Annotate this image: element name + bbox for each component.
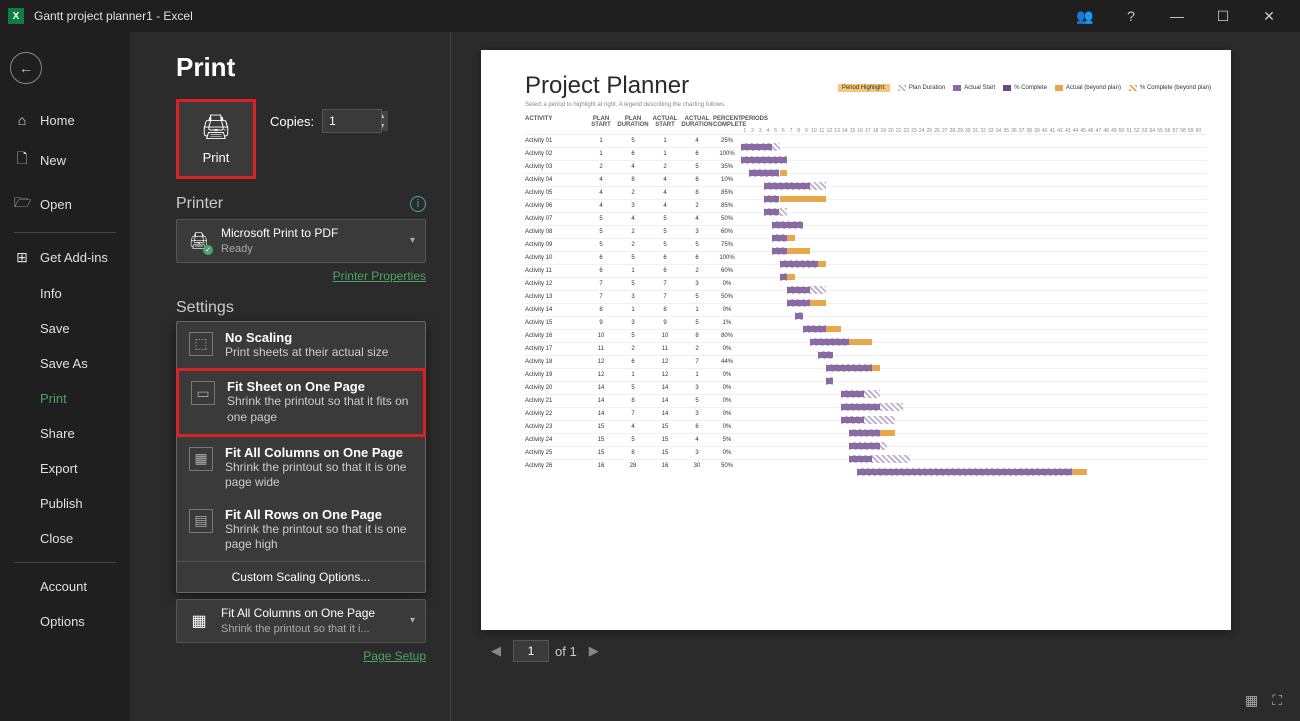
gantt-row: Activity 01151425% xyxy=(525,134,1207,147)
page-prev[interactable]: ◀ xyxy=(485,641,507,661)
gantt-row: Activity 1610510880% xyxy=(525,329,1207,342)
page-total: of 1 xyxy=(555,644,577,659)
fitcols-icon: ▦ xyxy=(189,447,213,471)
page-next[interactable]: ▶ xyxy=(583,641,605,661)
info-icon[interactable]: i xyxy=(410,196,426,212)
gantt-row: Activity 201451430% xyxy=(525,381,1207,394)
fitsheet-icon: ▭ xyxy=(191,381,215,405)
gantt-row: Activity 06434285% xyxy=(525,199,1207,212)
minimize-button[interactable]: — xyxy=(1154,0,1200,32)
scaling-option-fitcols[interactable]: ▦ Fit All Columns on One PageShrink the … xyxy=(177,437,425,499)
noscale-icon: ⬚ xyxy=(189,332,213,356)
fitrows-icon: ▤ xyxy=(189,509,213,533)
scaling-option-fitrows[interactable]: ▤ Fit All Rows on One PageShrink the pri… xyxy=(177,499,425,561)
sidebar-item-open[interactable]: 🗁Open xyxy=(0,182,130,226)
gantt-table: ACTIVITY PLAN START PLAN DURATION ACTUAL… xyxy=(525,116,1207,472)
printer-dropdown[interactable]: 🖨 Microsoft Print to PDF Ready ▾ xyxy=(176,219,426,263)
chevron-down-icon: ▾ xyxy=(410,615,415,626)
gantt-row: Activity 09525575% xyxy=(525,238,1207,251)
print-preview-pane: Project Planner Select a period to highl… xyxy=(450,32,1300,721)
gantt-row: Activity 106566100% xyxy=(525,251,1207,264)
print-panel: Print 🖨 Print Copies: ▲ ▼ Printer i xyxy=(130,32,450,721)
printer-properties-link[interactable]: Printer Properties xyxy=(176,269,426,283)
print-icon: 🖨 xyxy=(201,113,231,142)
gantt-row: Activity 021616100% xyxy=(525,147,1207,160)
legend: Period Highlight: Plan Duration Actual S… xyxy=(838,84,1211,92)
titlebar: X Gantt project planner1 - Excel 👥 ? — ☐… xyxy=(0,0,1300,32)
gantt-row: Activity 03242535% xyxy=(525,160,1207,173)
back-button[interactable]: ← xyxy=(10,52,42,84)
sidebar-item-export[interactable]: Export xyxy=(0,451,130,486)
sidebar-item-saveas[interactable]: Save As xyxy=(0,346,130,381)
sidebar-item-account[interactable]: Account xyxy=(0,569,130,604)
print-heading: Print xyxy=(176,52,426,83)
printer-icon: 🖨 xyxy=(187,229,211,253)
sidebar-item-close[interactable]: Close xyxy=(0,521,130,556)
scaling-menu: ⬚ No ScalingPrint sheets at their actual… xyxy=(176,321,426,593)
new-icon: 🗋 xyxy=(14,148,30,172)
gantt-row: Activity 1275730% xyxy=(525,277,1207,290)
scale-icon: ▦ xyxy=(187,609,211,633)
copies-input[interactable] xyxy=(322,109,382,133)
scaling-dropdown-current[interactable]: ▦ Fit All Columns on One Page Shrink the… xyxy=(176,599,426,643)
excel-icon: X xyxy=(8,8,24,24)
print-button[interactable]: 🖨 Print xyxy=(176,99,256,179)
sidebar-item-new[interactable]: 🗋New xyxy=(0,138,130,182)
gantt-row: Activity 1593951% xyxy=(525,316,1207,329)
chevron-down-icon: ▾ xyxy=(410,235,415,246)
page-nav: ◀ of 1 ▶ xyxy=(481,640,1290,662)
scaling-option-none[interactable]: ⬚ No ScalingPrint sheets at their actual… xyxy=(177,322,425,369)
show-margins-button[interactable]: ▦ xyxy=(1241,690,1262,711)
gantt-row: Activity 05424885% xyxy=(525,186,1207,199)
zoom-fit-button[interactable]: ⛶ xyxy=(1268,690,1286,711)
gantt-row: Activity 1812612744% xyxy=(525,355,1207,368)
open-icon: 🗁 xyxy=(14,192,30,216)
gantt-row: Activity 11616260% xyxy=(525,264,1207,277)
printer-section-head: Printer xyxy=(176,195,223,213)
sidebar-item-addins[interactable]: ⊞Get Add-ins xyxy=(0,239,130,276)
sidebar-item-share[interactable]: Share xyxy=(0,416,130,451)
help-button[interactable]: ? xyxy=(1108,0,1154,32)
gantt-row: Activity 13737550% xyxy=(525,290,1207,303)
preview-page: Project Planner Select a period to highl… xyxy=(481,50,1231,630)
settings-section-head: Settings xyxy=(176,299,234,317)
sidebar-item-options[interactable]: Options xyxy=(0,604,130,639)
preview-subtitle: Select a period to highlight at right. A… xyxy=(525,102,1207,108)
home-icon: ⌂ xyxy=(14,112,30,128)
gantt-row: Activity 04484610% xyxy=(525,173,1207,186)
page-current-input[interactable] xyxy=(513,640,549,662)
sidebar-item-save[interactable]: Save xyxy=(0,311,130,346)
sidebar-item-home[interactable]: ⌂Home xyxy=(0,102,130,138)
sidebar-item-publish[interactable]: Publish xyxy=(0,486,130,521)
gantt-row: Activity 07545450% xyxy=(525,212,1207,225)
copies-label: Copies: xyxy=(270,114,314,129)
close-button[interactable]: ✕ xyxy=(1246,0,1292,32)
gantt-row: Activity 1481810% xyxy=(525,303,1207,316)
sidebar-item-print[interactable]: Print xyxy=(0,381,130,416)
maximize-button[interactable]: ☐ xyxy=(1200,0,1246,32)
backstage-sidebar: ← ⌂Home 🗋New 🗁Open ⊞Get Add-ins Info Sav… xyxy=(0,32,130,721)
scaling-option-fitsheet[interactable]: ▭ Fit Sheet on One PageShrink the printo… xyxy=(176,368,426,436)
window-title: Gantt project planner1 - Excel xyxy=(34,9,193,23)
page-setup-link[interactable]: Page Setup xyxy=(176,649,426,663)
scaling-custom[interactable]: Custom Scaling Options... xyxy=(177,561,425,592)
account-icon[interactable]: 👥 xyxy=(1062,0,1108,32)
sidebar-item-info[interactable]: Info xyxy=(0,276,130,311)
addins-icon: ⊞ xyxy=(14,249,30,266)
gantt-row: Activity 08525360% xyxy=(525,225,1207,238)
